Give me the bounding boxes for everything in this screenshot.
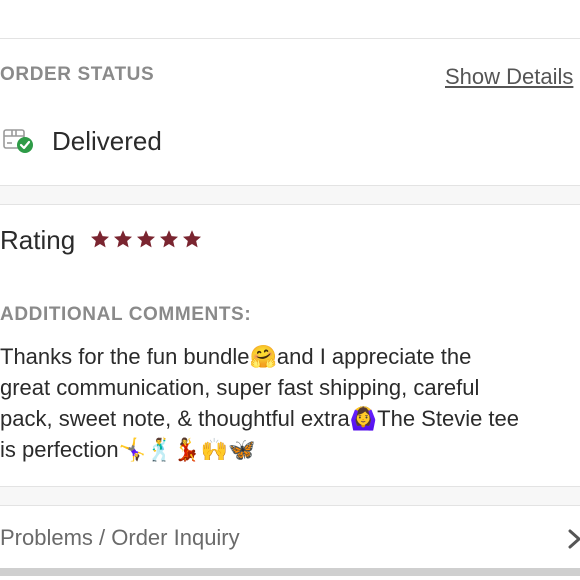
rating-section-divider	[0, 204, 580, 205]
star-icon	[137, 230, 155, 248]
star-icon	[114, 230, 132, 248]
package-delivered-icon	[3, 129, 33, 153]
order-status-header: ORDER STATUS	[0, 64, 155, 85]
section-gap	[0, 186, 580, 204]
star-icon	[160, 230, 178, 248]
show-details-link[interactable]: Show Details	[445, 64, 573, 90]
bottom-scroll-bar	[0, 568, 580, 576]
order-detail-page: ORDER STATUS Show Details Delivered Rati…	[0, 0, 580, 580]
inquiry-section-divider	[0, 505, 580, 506]
chevron-right-icon[interactable]	[567, 528, 580, 550]
section-gap-2	[0, 487, 580, 505]
order-inquiry-link[interactable]: Problems / Order Inquiry	[0, 525, 240, 551]
star-icon	[91, 230, 109, 248]
top-divider	[0, 38, 580, 39]
rating-label: Rating	[0, 225, 76, 255]
star-icon	[183, 230, 201, 248]
additional-comments-header: ADDITIONAL COMMENTS:	[0, 304, 252, 325]
comment-text: Thanks for the fun bundle🤗and I apprecia…	[0, 344, 520, 462]
star-rating	[90, 229, 202, 249]
delivery-status: Delivered	[52, 126, 162, 156]
